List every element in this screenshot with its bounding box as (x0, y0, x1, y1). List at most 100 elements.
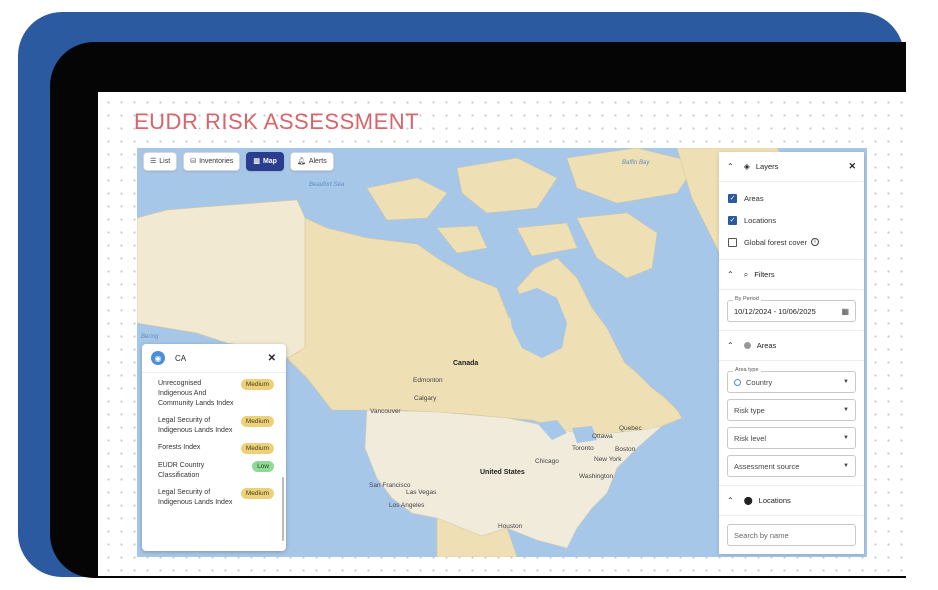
filters-title: Filters (754, 270, 775, 279)
areas-body: Area type Country ▼ Risk type ▼ Risk lev… (719, 361, 864, 486)
risk-level-placeholder: Risk level (734, 433, 767, 443)
period-value: 10/12/2024 - 10/06/2025 (734, 306, 816, 316)
area-type-label: Area type (733, 367, 761, 373)
risk-badge: Medium (240, 379, 274, 390)
map-label-quebec: Quebec (619, 425, 642, 432)
areas-section-header[interactable]: ⌃ Areas (719, 331, 864, 361)
list-view-label: List (159, 158, 171, 165)
location-search-input[interactable]: Search by name (727, 524, 856, 546)
risk-badge: Medium (240, 443, 274, 454)
period-date-range[interactable]: By Period 10/12/2024 - 10/06/2025 ▦ (727, 296, 856, 322)
land-alaska (137, 199, 306, 359)
country-popup: ◉ CA ✕ Unrecognised Indigenous And Commu… (142, 344, 286, 551)
list-icon: ☰ (150, 158, 157, 165)
index-name: Legal Security of Indigenous Lands Index (158, 489, 233, 506)
index-name: Forests Index (158, 444, 201, 451)
map-label-beaufort-sea: Beaufort Sea (309, 182, 345, 188)
page-title: EUDR RISK ASSESSMENT (134, 109, 420, 134)
chevron-up-icon: ⌃ (727, 162, 734, 171)
locations-title: Locations (758, 496, 791, 505)
checkbox-checked[interactable]: ✓ (728, 215, 737, 225)
popup-scrollbar[interactable] (282, 477, 284, 541)
popup-header: ◉ CA ✕ (142, 344, 286, 373)
map-label-toronto: Toronto (572, 445, 594, 452)
list-view-button[interactable]: ☰ List (143, 152, 178, 171)
chevron-up-icon: ⌃ (727, 496, 734, 505)
chevron-down-icon: ▼ (843, 463, 849, 469)
locations-section-header[interactable]: ⌃ ⬤ Locations (719, 486, 864, 516)
checkbox-unchecked[interactable] (728, 237, 737, 247)
inventories-view-button[interactable]: ⛁ Inventories (183, 152, 241, 171)
country-ring-icon (734, 378, 741, 386)
map-label-calgary: Calgary (414, 395, 437, 402)
map-label-boston: Boston (615, 446, 636, 453)
layer-label: Global forest cover (744, 237, 807, 247)
location-search-placeholder: Search by name (734, 530, 789, 540)
view-toolbar: ☰ List ⛁ Inventories ▥ Map 🔔︎ Alerts (143, 152, 334, 171)
layer-label: Areas (744, 193, 764, 203)
risk-badge: Low (252, 461, 274, 472)
map-label-houston: Houston (498, 523, 523, 530)
layer-toggle-areas[interactable]: ✓ Areas (719, 187, 864, 209)
layers-list: ✓ Areas ✓ Locations Global forest cover … (719, 182, 864, 260)
alerts-view-label: Alerts (308, 158, 327, 165)
map-label-washington: Washington (579, 473, 614, 480)
map-label-edmonton: Edmonton (413, 377, 443, 384)
map-label-canada: Canada (453, 360, 479, 367)
layer-toggle-locations[interactable]: ✓ Locations (719, 209, 864, 231)
inventory-icon: ⛁ (190, 158, 197, 165)
area-type-select[interactable]: Area type Country ▼ (727, 367, 856, 393)
alerts-view-button[interactable]: 🔔︎ Alerts (289, 152, 334, 171)
index-name: EUDR Country Classification (158, 462, 205, 479)
period-label: By Period (733, 296, 761, 302)
map-label-new-york: New York (594, 456, 622, 463)
index-row: Forests Index Medium (158, 443, 278, 454)
area-type-value: Country (746, 377, 773, 387)
index-row: Legal Security of Indigenous Lands Index… (158, 488, 278, 508)
filters-section-header[interactable]: ⌃ ⌕ Filters (719, 260, 864, 290)
risk-level-select[interactable]: Risk level ▼ (727, 427, 856, 449)
chevron-up-icon: ⌃ (727, 270, 734, 279)
map-label-bering: Bering (141, 334, 159, 340)
risk-badge: Medium (240, 488, 274, 499)
search-icon: ⌕ (743, 269, 749, 279)
areas-title: Areas (756, 341, 777, 350)
assessment-source-placeholder: Assessment source (734, 461, 800, 471)
chevron-down-icon: ▼ (843, 407, 849, 413)
layer-toggle-forest-cover[interactable]: Global forest cover i (719, 231, 864, 253)
index-name: Legal Security of Indigenous Lands Index (158, 417, 233, 434)
area-dot-icon (743, 342, 751, 349)
globe-icon: ◉ (151, 351, 165, 365)
panel-close-button[interactable]: ✕ (848, 161, 856, 172)
inventories-view-label: Inventories (199, 158, 234, 165)
layers-title: Layers (755, 162, 779, 171)
map-label-vancouver: Vancouver (370, 408, 401, 415)
popup-close-button[interactable]: ✕ (268, 353, 276, 364)
locations-body: Search by name (719, 516, 864, 546)
calendar-icon[interactable]: ▦ (841, 307, 849, 316)
assessment-source-select[interactable]: Assessment source ▼ (727, 455, 856, 477)
layers-icon: ◈ (743, 162, 750, 171)
risk-badge: Medium (240, 416, 274, 427)
layers-panel: ⌃ ◈ Layers ✕ ✓ Areas ✓ Locations Global … (719, 152, 864, 554)
chevron-up-icon: ⌃ (727, 341, 734, 350)
checkbox-checked[interactable]: ✓ (728, 193, 737, 203)
risk-type-placeholder: Risk type (734, 405, 765, 415)
map-label-los-angeles: Los Angeles (389, 502, 425, 509)
map-label-baffin-bay: Baffin Bay (622, 160, 650, 166)
map-view[interactable]: Beaufort Sea Baffin Bay Bering Canada Ed… (137, 148, 867, 557)
index-row: Unrecognised Indigenous And Community La… (158, 379, 278, 409)
layer-label: Locations (744, 215, 777, 225)
bell-icon: 🔔︎ (296, 158, 306, 165)
layers-section-header[interactable]: ⌃ ◈ Layers ✕ (719, 152, 864, 182)
chevron-down-icon: ▼ (843, 379, 849, 385)
popup-country-code: CA (175, 353, 187, 363)
popup-index-list[interactable]: Unrecognised Indigenous And Community La… (142, 373, 286, 545)
map-label-chicago: Chicago (535, 458, 559, 465)
map-view-button[interactable]: ▥ Map (246, 152, 284, 171)
info-icon[interactable]: i (810, 238, 819, 246)
index-row: Legal Security of Indigenous Lands Index… (158, 416, 278, 436)
app-screen: EUDR RISK ASSESSMENT Beaufort Sea Baffin… (98, 92, 906, 576)
risk-type-select[interactable]: Risk type ▼ (727, 399, 856, 421)
map-label-las-vegas: Las Vegas (406, 489, 437, 496)
